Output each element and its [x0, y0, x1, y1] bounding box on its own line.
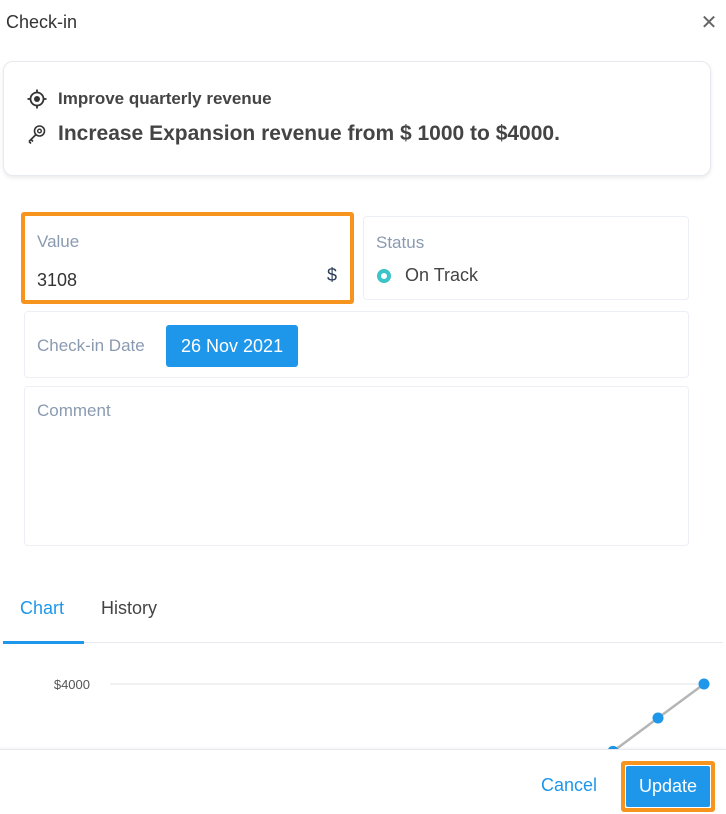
objective-row: Improve quarterly revenue — [26, 88, 272, 110]
status-value: On Track — [405, 265, 479, 285]
value-input[interactable] — [37, 270, 287, 291]
status-selector[interactable]: On Track — [377, 265, 478, 286]
cancel-button[interactable]: Cancel — [541, 775, 597, 796]
tab-history[interactable]: History — [101, 598, 157, 619]
comment-input[interactable] — [37, 427, 677, 537]
dialog-footer: Cancel Update — [0, 749, 726, 814]
status-dot-icon — [377, 268, 391, 283]
tab-bar: Chart History — [3, 590, 723, 644]
checkin-date-field: Check-in Date 26 Nov 2021 — [24, 311, 689, 378]
progress-chart: $4000 — [0, 644, 726, 749]
comment-field: Comment — [24, 386, 689, 546]
value-field[interactable]: Value $ — [21, 212, 354, 304]
value-label: Value — [37, 232, 80, 251]
key-icon — [26, 123, 48, 145]
dialog-header: Check-in ✕ — [0, 0, 726, 48]
status-label: Status — [376, 233, 425, 252]
target-icon — [26, 88, 48, 110]
checkin-date-label: Check-in Date — [37, 336, 145, 355]
checkin-date-picker[interactable]: 26 Nov 2021 — [166, 325, 299, 367]
comment-label: Comment — [37, 401, 111, 420]
key-result-title: Increase Expansion revenue from $ 1000 t… — [58, 122, 560, 145]
status-field: Status On Track — [363, 216, 689, 300]
chart-svg: $4000 — [54, 677, 710, 749]
update-button-highlight: Update — [621, 761, 715, 812]
dialog-title: Check-in — [6, 12, 78, 32]
y-tick-label: $4000 — [54, 677, 90, 692]
objective-card: Improve quarterly revenue Increase Expan… — [3, 61, 711, 176]
objective-title: Improve quarterly revenue — [58, 89, 272, 108]
tab-chart[interactable]: Chart — [20, 598, 64, 619]
data-point[interactable] — [652, 712, 664, 724]
data-point[interactable] — [698, 678, 710, 690]
close-icon[interactable]: ✕ — [700, 12, 718, 34]
key-result-row: Increase Expansion revenue from $ 1000 t… — [26, 122, 560, 146]
update-button[interactable]: Update — [626, 766, 710, 807]
currency-symbol: $ — [326, 265, 337, 285]
